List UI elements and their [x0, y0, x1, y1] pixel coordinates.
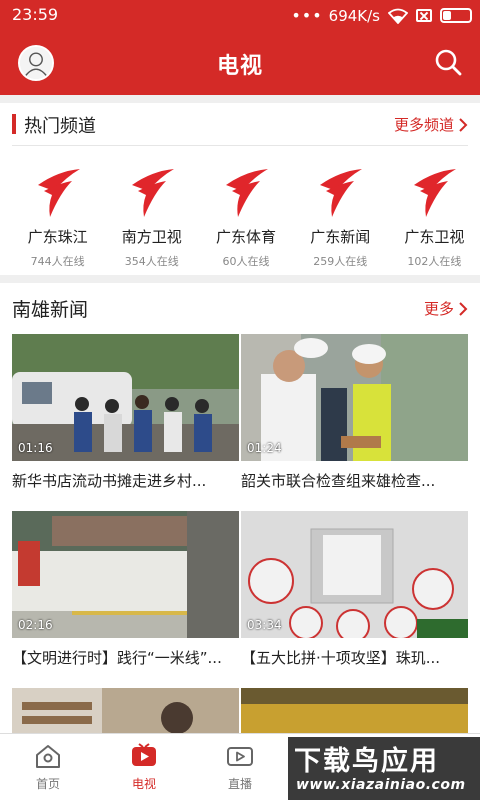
- news-item[interactable]: 01:24 韶关市联合检查组来雄检查...: [241, 334, 468, 491]
- guangdong-tv-logo-icon: [320, 169, 363, 217]
- channel-name: 广东卫视: [404, 228, 465, 246]
- channel-item[interactable]: 广东体育 60人在线: [200, 163, 291, 269]
- channel-viewers: 102人在线: [407, 255, 462, 268]
- channel-name: 广东珠江: [27, 228, 88, 246]
- video-duration: 01:16: [18, 441, 53, 455]
- channel-viewers: 60人在线: [222, 255, 270, 268]
- news-item[interactable]: [241, 688, 468, 733]
- more-channels-link[interactable]: 更多频道: [394, 114, 468, 135]
- more-channels-label: 更多频道: [393, 116, 454, 134]
- no-sim-icon: [416, 9, 432, 22]
- news-caption: 新华书店流动书摊走进乡村...: [12, 472, 207, 490]
- home-icon: [36, 745, 60, 768]
- more-news-link[interactable]: 更多: [424, 298, 468, 319]
- news-section-title: 南雄新闻: [12, 299, 89, 321]
- channel-name: 南方卫视: [121, 228, 182, 246]
- status-time: 23:59: [12, 5, 59, 24]
- news-section: 南雄新闻 更多 01:16 新华书店流动书摊走进乡村... 01:24 韶关市联…: [0, 283, 480, 733]
- news-caption: 【五大比拼·十项攻坚】珠玑...: [241, 649, 441, 667]
- channel-item[interactable]: 广东卫视 102人在线: [389, 163, 480, 269]
- video-duration: 02:16: [18, 618, 53, 632]
- guangdong-tv-logo-icon: [226, 169, 268, 217]
- network-speed: 694K/s: [328, 6, 380, 25]
- guangdong-tv-logo-icon: [131, 169, 174, 217]
- nav-live[interactable]: 直播: [192, 734, 288, 800]
- guangdong-tv-logo-icon: [414, 169, 457, 217]
- channel-viewers: 259人在线: [313, 255, 368, 268]
- channel-name: 广东新闻: [310, 228, 371, 246]
- channel-item[interactable]: 南方卫视 354人在线: [106, 163, 197, 269]
- guangdong-tv-logo-icon: [37, 169, 80, 217]
- channel-viewers: 354人在线: [124, 255, 179, 268]
- hot-channels-section: 热门频道 更多频道 广东珠江 744人在线 南方卫视 354人在线 广东体育 6…: [0, 103, 480, 275]
- nav-home[interactable]: 首页: [0, 734, 96, 800]
- channel-item[interactable]: 广东新闻 259人在线: [295, 163, 386, 269]
- video-duration: 03:34: [247, 618, 282, 632]
- nav-live-label: 直播: [227, 777, 252, 791]
- status-bar: 23:59 ••• 694K/s: [0, 0, 480, 30]
- thumbnail-image: [12, 688, 239, 733]
- nav-tv[interactable]: 电视: [96, 734, 192, 800]
- app-header: 23:59 ••• 694K/s 电视: [0, 0, 480, 95]
- video-thumbnail: 01:16: [12, 334, 239, 461]
- search-icon[interactable]: [434, 48, 462, 76]
- more-news-label: 更多: [423, 300, 454, 318]
- section-accent-bar: [12, 114, 16, 134]
- live-video-icon: [227, 747, 253, 766]
- video-thumbnail: [241, 688, 468, 733]
- battery-icon: [440, 8, 472, 23]
- more-notifications-icon: •••: [291, 6, 323, 25]
- news-caption: 韶关市联合检查组来雄检查...: [241, 472, 436, 490]
- news-item[interactable]: 01:16 新华书店流动书摊走进乡村...: [12, 334, 239, 491]
- wifi-icon: [388, 8, 408, 24]
- page-title: 电视: [216, 54, 263, 79]
- video-duration: 01:24: [247, 441, 282, 455]
- watermark-url: www.xiazainiao.com: [296, 777, 466, 793]
- channel-name: 广东体育: [216, 228, 277, 246]
- news-item[interactable]: 03:34 【五大比拼·十项攻坚】珠玑...: [241, 511, 468, 668]
- channel-viewers: 744人在线: [30, 255, 85, 268]
- tv-play-icon: [132, 743, 156, 766]
- news-item[interactable]: 02:16 【文明进行时】践行“一米线”...: [12, 511, 239, 668]
- video-thumbnail: [12, 688, 239, 733]
- channel-item[interactable]: 广东珠江 744人在线: [12, 163, 103, 269]
- hot-channels-title: 热门频道: [24, 116, 96, 137]
- video-thumbnail: 03:34: [241, 511, 468, 638]
- news-item[interactable]: [12, 688, 239, 733]
- chevron-right-icon: [459, 301, 468, 316]
- video-thumbnail: 02:16: [12, 511, 239, 638]
- nav-tv-label: 电视: [131, 777, 156, 791]
- watermark: 下载鸟应用 www.xiazainiao.com: [288, 737, 480, 800]
- watermark-text: 下载鸟应用: [294, 746, 439, 777]
- thumbnail-image: [241, 688, 468, 733]
- chevron-right-icon: [459, 117, 468, 132]
- divider: [12, 145, 468, 146]
- nav-home-label: 首页: [35, 777, 60, 791]
- video-thumbnail: 01:24: [241, 334, 468, 461]
- news-caption: 【文明进行时】践行“一米线”...: [12, 649, 222, 667]
- channel-list: 广东珠江 744人在线 南方卫视 354人在线 广东体育 60人在线 广东新闻 …: [0, 163, 480, 269]
